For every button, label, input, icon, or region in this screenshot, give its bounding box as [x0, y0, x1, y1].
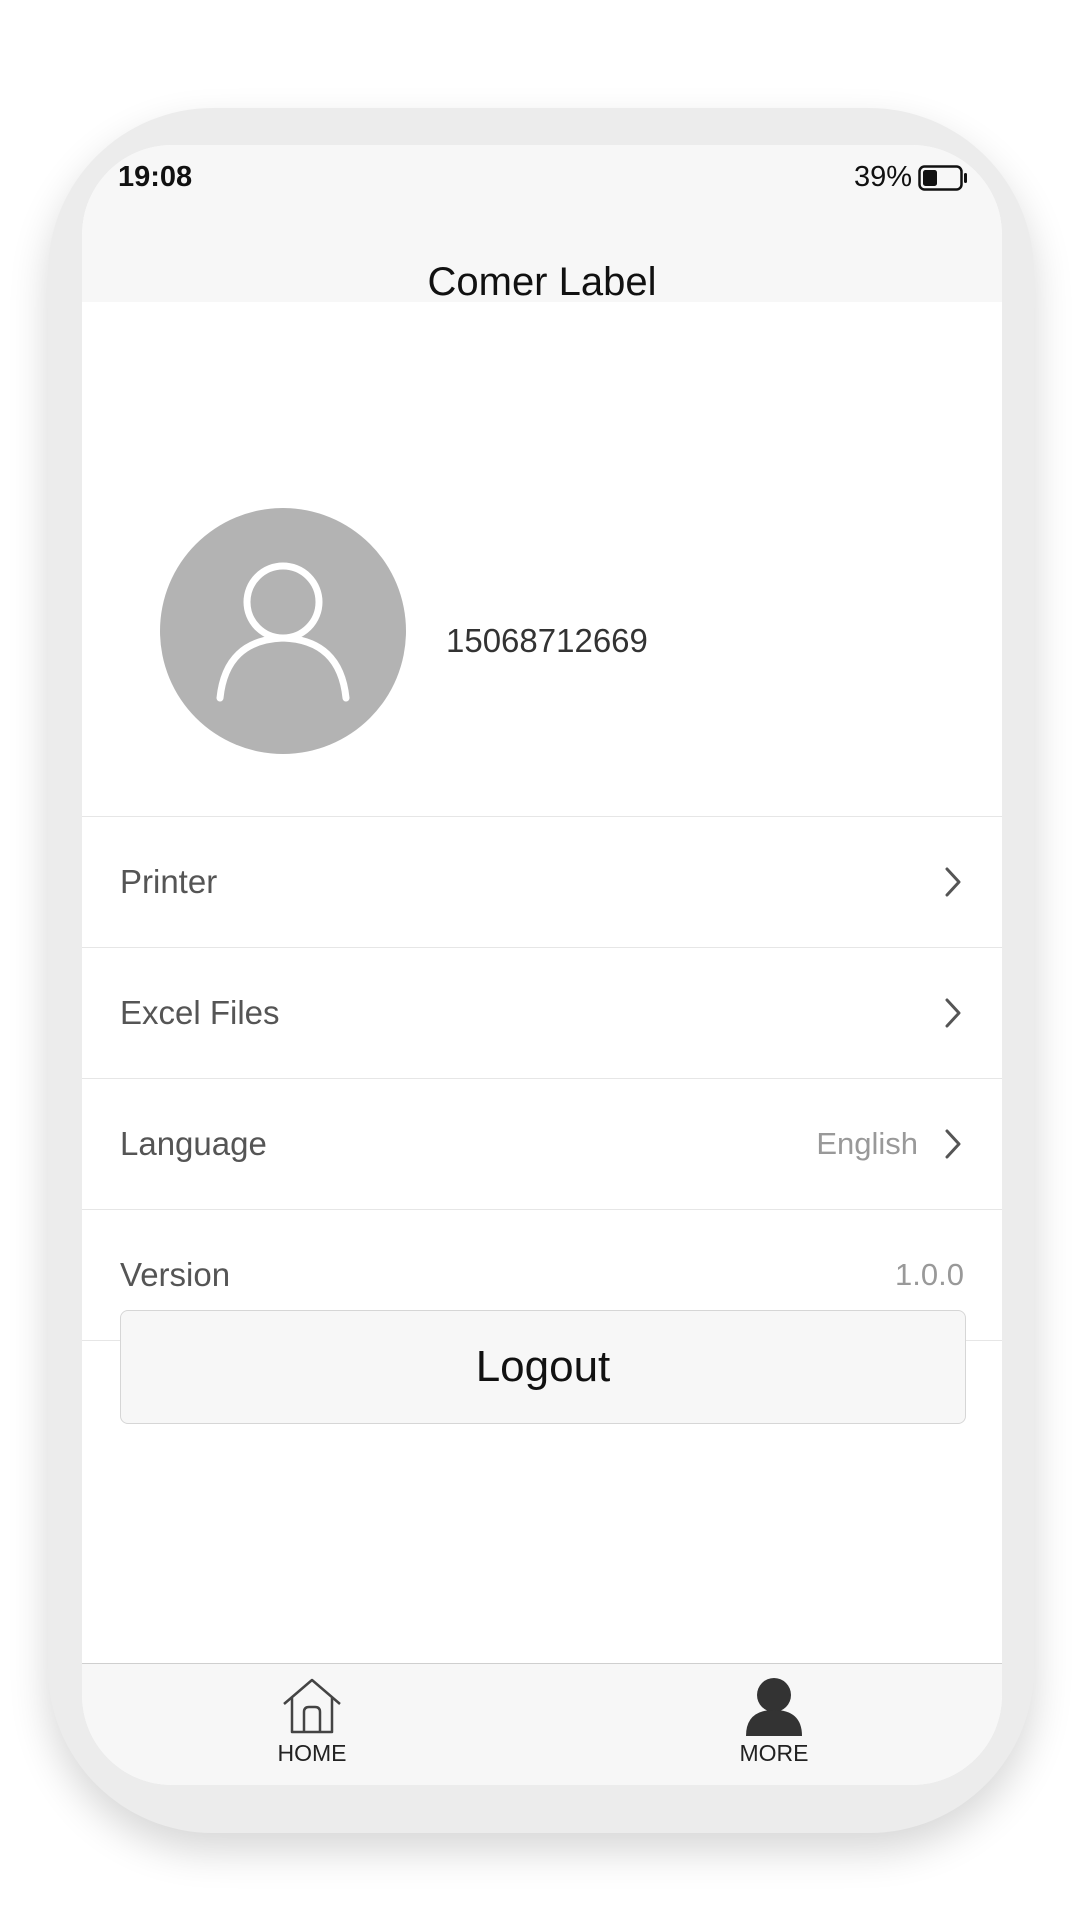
profile-section[interactable]: 15068712669: [82, 302, 1002, 817]
app-screen: 19:08 39% Comer Label 15068712669 Printe…: [82, 145, 1002, 1785]
menu-item-label: Version: [120, 1256, 231, 1293]
menu-item-label: Language: [120, 1125, 267, 1162]
status-bar: 19:08 39%: [82, 145, 1002, 235]
version-value: 1.0.0: [895, 1257, 964, 1292]
phone-number: 15068712669: [446, 622, 648, 659]
menu-item-label: Excel Files: [120, 994, 280, 1031]
settings-menu: Printer Excel Files Language English Ver…: [82, 817, 1002, 1341]
home-icon: [283, 1678, 341, 1734]
chevron-right-icon: [945, 998, 961, 1028]
battery-percent: 39%: [853, 161, 912, 193]
user-icon: [216, 562, 350, 702]
chevron-right-icon: [945, 867, 961, 897]
logout-button[interactable]: Logout: [120, 1310, 966, 1424]
tab-more[interactable]: MORE: [674, 1674, 874, 1774]
menu-item-printer[interactable]: Printer: [82, 817, 1002, 948]
menu-item-language[interactable]: Language English: [82, 1079, 1002, 1210]
tab-label: HOME: [277, 1740, 347, 1766]
person-icon: [746, 1678, 802, 1736]
avatar[interactable]: [160, 508, 406, 754]
status-time: 19:08: [118, 161, 193, 193]
menu-item-excel-files[interactable]: Excel Files: [82, 948, 1002, 1079]
tab-home[interactable]: HOME: [212, 1674, 412, 1774]
menu-item-label: Printer: [120, 863, 218, 900]
language-value: English: [816, 1126, 918, 1161]
tab-bar: HOME MORE: [82, 1663, 1002, 1785]
tab-label: MORE: [739, 1740, 809, 1766]
battery-icon: [918, 164, 967, 191]
status-battery: 39%: [854, 161, 968, 194]
chevron-right-icon: [945, 1129, 961, 1159]
